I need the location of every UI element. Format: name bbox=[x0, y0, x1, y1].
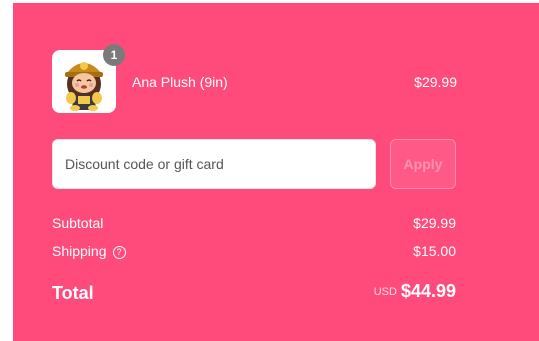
line-item: 1 Ana Plush (9in) $29.99 bbox=[51, 44, 457, 115]
discount-code-input[interactable] bbox=[52, 139, 376, 189]
page-margin bbox=[0, 0, 13, 341]
item-price: $29.99 bbox=[414, 74, 457, 90]
quantity-badge: 1 bbox=[103, 44, 125, 66]
total-label: Total bbox=[52, 283, 94, 303]
item-name: Ana Plush (9in) bbox=[132, 74, 228, 90]
order-summary-panel: 1 Ana Plush (9in) $29.99 Apply Subtotal … bbox=[13, 3, 539, 341]
shipping-label-group: Shipping? bbox=[52, 243, 126, 259]
shipping-row: Shipping? $15.00 bbox=[52, 243, 456, 263]
shipping-label: Shipping bbox=[52, 243, 107, 259]
total-value: $44.99 bbox=[400, 281, 456, 301]
currency-code: USD bbox=[373, 286, 397, 298]
apply-button[interactable]: Apply bbox=[390, 139, 456, 189]
subtotal-label: Subtotal bbox=[52, 215, 104, 231]
shipping-value: $15.00 bbox=[413, 243, 456, 259]
subtotal-value: $29.99 bbox=[413, 215, 456, 231]
subtotal-row: Subtotal $29.99 bbox=[52, 215, 456, 235]
question-circle-icon[interactable]: ? bbox=[112, 246, 126, 259]
total-row: Total USD $44.99 bbox=[52, 281, 456, 309]
total-amount: USD $44.99 bbox=[374, 281, 456, 302]
